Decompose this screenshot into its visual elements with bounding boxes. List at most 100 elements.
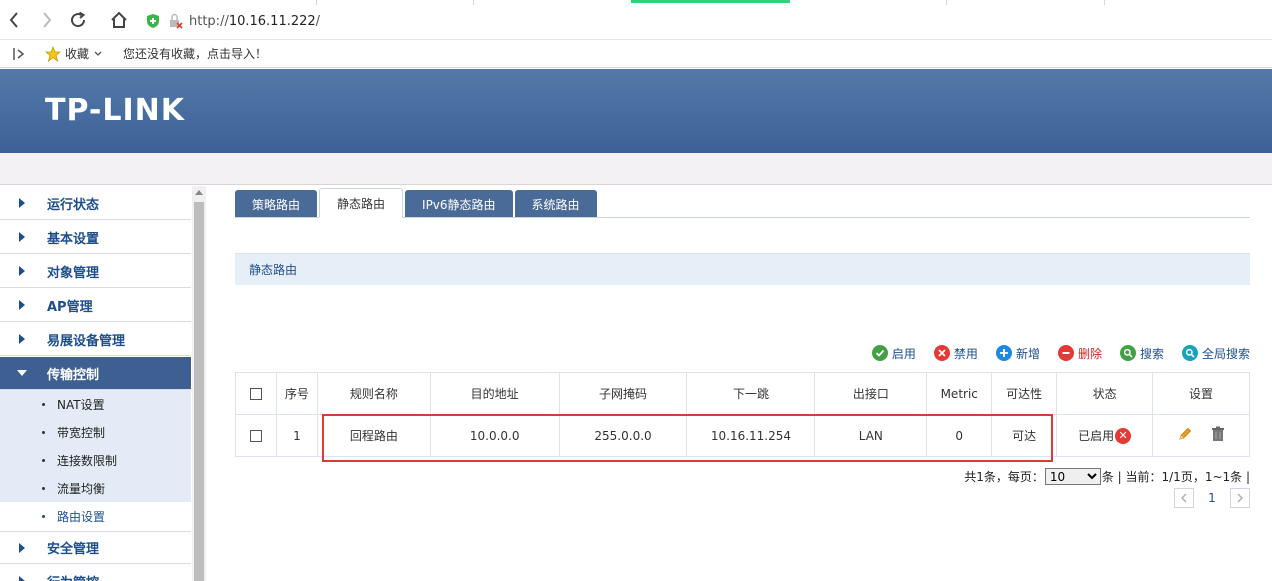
tab-system-route[interactable]: 系统路由 bbox=[514, 190, 597, 218]
col-settings: 设置 bbox=[1152, 372, 1250, 415]
add-button[interactable]: 新增 bbox=[995, 345, 1040, 362]
static-route-table: 序号 规则名称 目的地址 子网掩码 下一跳 出接口 Metric 可达性 状态 … bbox=[235, 372, 1250, 457]
tp-link-logo: TP-LINK bbox=[45, 93, 186, 128]
back-button[interactable] bbox=[3, 9, 25, 31]
sidebar-item-ap-management[interactable]: AP管理 bbox=[0, 289, 191, 322]
search-button[interactable]: 搜索 bbox=[1119, 345, 1164, 362]
global-search-button[interactable]: 全局搜索 bbox=[1181, 345, 1250, 362]
url-field[interactable]: http://10.16.11.222/ bbox=[145, 12, 320, 30]
col-next-hop: 下一跳 bbox=[686, 372, 816, 415]
cell-metric: 0 bbox=[926, 414, 993, 457]
caret-right-icon bbox=[19, 266, 25, 276]
check-circle-icon bbox=[871, 345, 888, 361]
pager-after-text: 条 | 当前：1/1页，1~1条 | bbox=[1101, 470, 1250, 484]
row-checkbox[interactable] bbox=[249, 430, 262, 442]
cell-index: 1 bbox=[275, 414, 318, 457]
main-content: 策略路由 静态路由 IPv6静态路由 系统路由 静态路由 启用 禁用 新增 删除… bbox=[206, 186, 1272, 581]
cell-next-hop: 10.16.11.254 bbox=[686, 414, 816, 457]
caret-right-icon bbox=[19, 198, 25, 208]
row-select-cell bbox=[235, 414, 277, 457]
edit-pencil-icon[interactable] bbox=[1177, 426, 1193, 442]
status-indicator: 已启用 ✕ bbox=[1078, 427, 1132, 444]
app-header: TP-LINK bbox=[0, 69, 1272, 153]
bookmarks-bar: 收藏 您还没有收藏，点击导入！ bbox=[0, 40, 1272, 68]
cell-mask: 255.0.0.0 bbox=[558, 414, 688, 457]
tab-separator bbox=[473, 0, 474, 5]
cell-status: 已启用 ✕ bbox=[1056, 414, 1154, 457]
x-circle-icon bbox=[933, 345, 950, 361]
scroll-up-icon[interactable] bbox=[195, 190, 203, 195]
caret-right-icon bbox=[19, 334, 25, 344]
trash-icon[interactable] bbox=[1211, 426, 1225, 442]
star-icon bbox=[45, 45, 61, 62]
search-icon bbox=[1119, 345, 1136, 361]
sidebar-item-security[interactable]: 安全管理 bbox=[0, 531, 191, 564]
col-metric: Metric bbox=[926, 372, 993, 415]
reload-icon bbox=[71, 11, 86, 28]
home-button[interactable] bbox=[108, 9, 130, 31]
forward-button[interactable] bbox=[36, 9, 58, 31]
reload-button[interactable] bbox=[67, 9, 89, 31]
header-sub-strip bbox=[0, 153, 1272, 185]
caret-down-icon bbox=[17, 370, 27, 376]
current-page-number[interactable]: 1 bbox=[1202, 491, 1222, 505]
sidebar-item-behavior-control[interactable]: 行为管控 bbox=[0, 565, 191, 581]
page-size-select[interactable]: 10 bbox=[1044, 468, 1101, 485]
enable-button[interactable]: 启用 bbox=[871, 345, 916, 362]
table-toolbar: 启用 禁用 新增 删除 搜索 全局搜索 bbox=[854, 344, 1250, 362]
sidebar-item-basic-settings[interactable]: 基本设置 bbox=[0, 221, 191, 254]
sidebar-sub-nat[interactable]: NAT设置 bbox=[0, 390, 191, 418]
sidebar-item-transmission-control[interactable]: 传输控制 bbox=[0, 357, 191, 390]
shield-icon bbox=[147, 14, 159, 28]
chevron-right-icon bbox=[1237, 493, 1243, 503]
sidebar-nav: 运行状态 基本设置 对象管理 AP管理 易展设备管理 传输控制 NAT设置 带宽… bbox=[0, 186, 192, 581]
sidebar-item-status[interactable]: 运行状态 bbox=[0, 187, 191, 220]
plus-circle-icon bbox=[995, 345, 1012, 361]
sidebar-sub-load-balance[interactable]: 流量均衡 bbox=[0, 474, 191, 502]
url-text: http://10.16.11.222/ bbox=[189, 13, 321, 29]
tab-policy-route[interactable]: 策略路由 bbox=[235, 190, 318, 218]
cell-settings bbox=[1152, 414, 1250, 457]
insecure-lock-icon bbox=[170, 13, 183, 29]
col-interface: 出接口 bbox=[814, 372, 928, 415]
caret-right-icon bbox=[19, 542, 25, 553]
select-all-checkbox[interactable] bbox=[249, 388, 262, 400]
bookmarks-import-hint[interactable]: 您还没有收藏，点击导入！ bbox=[123, 45, 267, 62]
delete-button[interactable]: 删除 bbox=[1057, 345, 1102, 362]
cell-destination: 10.0.0.0 bbox=[429, 414, 560, 457]
sidebar-sub-connection-limit[interactable]: 连接数限制 bbox=[0, 446, 191, 474]
sidebar-sub-routing[interactable]: 路由设置 bbox=[0, 502, 191, 530]
tab-ipv6-static-route[interactable]: IPv6静态路由 bbox=[405, 190, 513, 218]
prev-page-button[interactable] bbox=[1174, 488, 1194, 508]
scrollbar-thumb[interactable] bbox=[194, 202, 204, 581]
disable-rule-icon[interactable]: ✕ bbox=[1115, 427, 1132, 444]
tab-separator bbox=[1104, 0, 1105, 5]
tab-static-route[interactable]: 静态路由 bbox=[319, 188, 404, 218]
bookmarks-menu-button[interactable]: 收藏 bbox=[45, 45, 103, 62]
pagination-nav: 1 bbox=[1174, 488, 1250, 508]
sidebar-toggle-icon[interactable] bbox=[13, 47, 25, 61]
bullet-icon bbox=[42, 458, 45, 462]
status-text: 已启用 bbox=[1078, 429, 1115, 443]
next-page-button[interactable] bbox=[1230, 488, 1250, 508]
caret-right-icon bbox=[19, 232, 25, 242]
bullet-icon bbox=[42, 402, 45, 406]
sidebar-scrollbar[interactable] bbox=[192, 186, 206, 581]
home-icon bbox=[111, 11, 127, 28]
col-mask: 子网掩码 bbox=[558, 372, 688, 415]
bullet-icon bbox=[42, 514, 45, 518]
back-arrow-icon bbox=[9, 12, 18, 28]
sidebar-sub-bandwidth[interactable]: 带宽控制 bbox=[0, 418, 191, 446]
select-all-cell bbox=[235, 372, 277, 415]
col-rule-name: 规则名称 bbox=[316, 372, 431, 415]
table-header-row: 序号 规则名称 目的地址 子网掩码 下一跳 出接口 Metric 可达性 状态 … bbox=[235, 372, 1250, 415]
disable-button[interactable]: 禁用 bbox=[933, 345, 978, 362]
global-search-icon bbox=[1181, 345, 1198, 361]
caret-right-icon bbox=[19, 300, 25, 310]
cell-interface: LAN bbox=[814, 414, 928, 457]
sidebar-item-object-management[interactable]: 对象管理 bbox=[0, 255, 191, 288]
tab-separator bbox=[946, 0, 947, 5]
col-reachable: 可达性 bbox=[991, 372, 1058, 415]
sidebar-item-extender-management[interactable]: 易展设备管理 bbox=[0, 323, 191, 356]
browser-address-bar: http://10.16.11.222/ bbox=[0, 0, 1272, 40]
